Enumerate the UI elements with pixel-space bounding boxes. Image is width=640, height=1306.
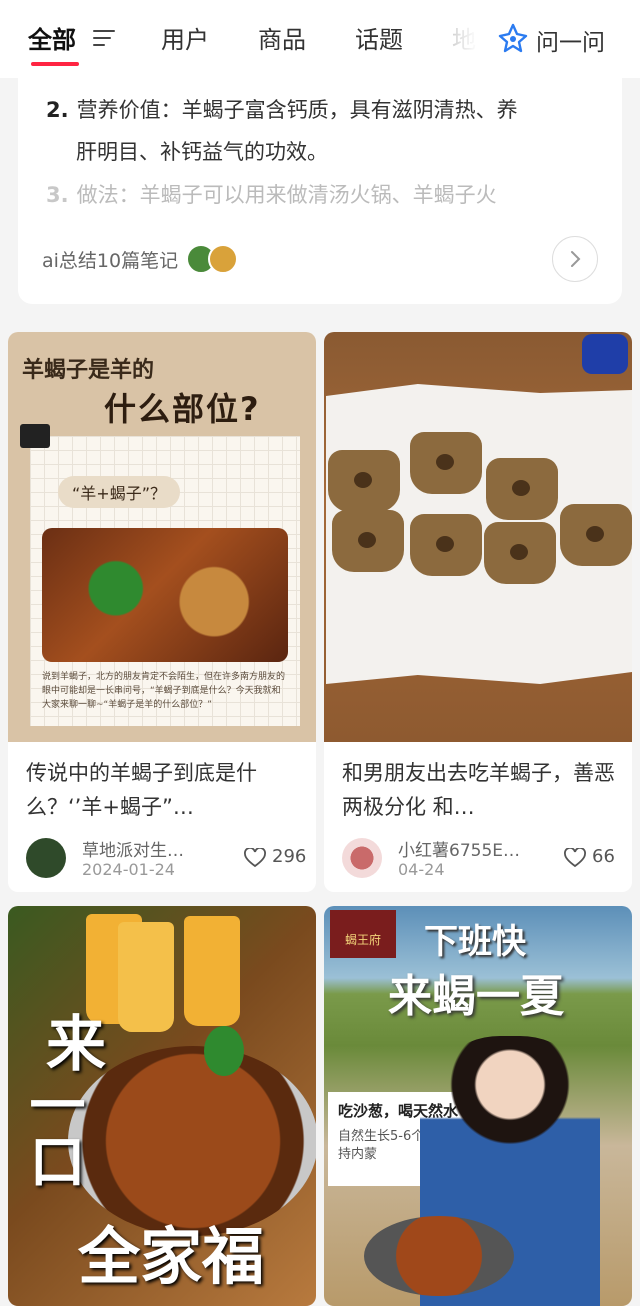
avatar[interactable] (342, 838, 382, 878)
cover-text: 全家福 (78, 1220, 265, 1293)
tab-topics[interactable]: 话题 (355, 20, 403, 55)
cover-title-large: 什么部位? (104, 390, 261, 428)
lamb-spine-bone (328, 450, 400, 512)
chevron-right-icon (571, 251, 581, 267)
like-count: 66 (592, 846, 615, 867)
note-card[interactable]: 羊蝎子是羊的 什么部位? “羊+蝎子”？ 说到羊蝎子，北方的朋友肯定不会陌生，但… (8, 332, 316, 892)
lamb-spine-bone (410, 432, 482, 494)
note-cover-image[interactable]: 羊蝎子是羊的 什么部位? “羊+蝎子”？ 说到羊蝎子，北方的朋友肯定不会陌生，但… (8, 332, 316, 742)
cover-caption: 说到羊蝎子，北方的朋友肯定不会陌生，但在许多南方朋友的眼中可能却是一长串问号，“… (42, 672, 286, 710)
binder-clip-icon (20, 424, 50, 448)
cover-bubble: “羊+蝎子”？ (58, 476, 180, 508)
note-cover-image[interactable]: 来 一口 全家福 (8, 906, 316, 1306)
summary-expand-button[interactable] (552, 236, 598, 282)
lamb-spine-bone (410, 514, 482, 576)
cover-text: 来 (46, 1010, 106, 1080)
cover-title: 羊蝎子是羊的 (22, 358, 155, 383)
author-row: 小红薯6755E… 04-24 66 (342, 836, 618, 880)
cover-text: 一口 (20, 1076, 85, 1188)
avatar[interactable] (26, 838, 66, 878)
author-row: 草地派对生… 2024-01-24 296 (26, 836, 306, 880)
filter-icon[interactable] (92, 28, 116, 52)
heart-icon[interactable] (564, 847, 586, 872)
lamb-spine-bone (484, 522, 556, 584)
tabs-fade (438, 12, 488, 66)
summary-item-3: 3. 做法：羊蝎子可以用来做清汤火锅、羊蝎子火 (46, 175, 497, 215)
note-card[interactable]: 来 一口 全家福 (8, 906, 316, 1306)
summary-item-number: 2. (46, 98, 69, 122)
note-card[interactable]: 蝎王府 下班快 来蝎一夏 吃沙葱，喝天然水 自然生长5-6个月 23年坚持内蒙 (324, 906, 632, 1306)
blue-ornament (582, 334, 628, 374)
active-tab-indicator (31, 62, 79, 66)
note-cover-image[interactable] (324, 332, 632, 742)
ai-summary-card[interactable]: 2. 营养价值：羊蝎子富含钙质，具有滋阴清热、养 肝明目、补钙益气的功效。 3. 做… (18, 60, 622, 304)
summary-item-text: 营养价值：羊蝎子富含钙质，具有滋阴清热、养 (76, 98, 518, 122)
avatar (208, 244, 239, 274)
post-date: 2024-01-24 (82, 860, 175, 879)
lamb-spine-bone (560, 504, 632, 566)
drink-cup (184, 916, 240, 1026)
cilantro-garnish (204, 1026, 244, 1076)
search-tabs-header: 全部 用户 商品 话题 地 问一问 (0, 0, 640, 78)
ask-label: 问一问 (536, 30, 605, 56)
cover-title: 下班快 (424, 922, 526, 962)
dish-photo (42, 528, 288, 662)
tab-users[interactable]: 用户 (161, 20, 209, 55)
note-card[interactable]: 和男朋友出去吃羊蝎子，善恶两极分化 和… 小红薯6755E… 04-24 66 (324, 332, 632, 892)
note-title[interactable]: 和男朋友出去吃羊蝎子，善恶两极分化 和… (342, 756, 618, 824)
summary-item-text: 做法：羊蝎子可以用来做清汤火锅、羊蝎子火 (76, 183, 497, 207)
note-cover-image[interactable]: 蝎王府 下班快 来蝎一夏 吃沙葱，喝天然水 自然生长5-6个月 23年坚持内蒙 (324, 906, 632, 1306)
lamb-spine-bone (332, 510, 404, 572)
drink-cup (118, 922, 174, 1032)
summary-item-2: 2. 营养价值：羊蝎子富含钙质，具有滋阴清热、养 (46, 90, 518, 130)
brand-logo: 蝎王府 (330, 910, 396, 958)
summary-item-number: 3. (46, 183, 69, 207)
tab-all[interactable]: 全部 (28, 20, 76, 55)
lamb-spine-bone (486, 458, 558, 520)
hotpot-dish (364, 1216, 514, 1296)
like-count: 296 (272, 846, 307, 867)
summary-source-count: ai总结10篇笔记 (42, 249, 179, 272)
ask-button[interactable]: 问一问 (498, 22, 605, 58)
summary-item-2-continued: 肝明目、补钙益气的功效。 (76, 140, 328, 164)
summary-footer: ai总结10篇笔记 (42, 244, 239, 274)
tab-goods[interactable]: 商品 (258, 20, 306, 55)
author-name[interactable]: 草地派对生… (82, 836, 184, 861)
cover-title-large: 来蝎一夏 (388, 971, 564, 1022)
author-name[interactable]: 小红薯6755E… (398, 836, 520, 861)
note-title[interactable]: 传说中的羊蝎子到底是什么？‘’羊+蝎子”… (26, 756, 302, 824)
heart-icon[interactable] (244, 847, 266, 872)
sparkle-star-icon (498, 23, 528, 57)
post-date: 04-24 (398, 860, 445, 879)
